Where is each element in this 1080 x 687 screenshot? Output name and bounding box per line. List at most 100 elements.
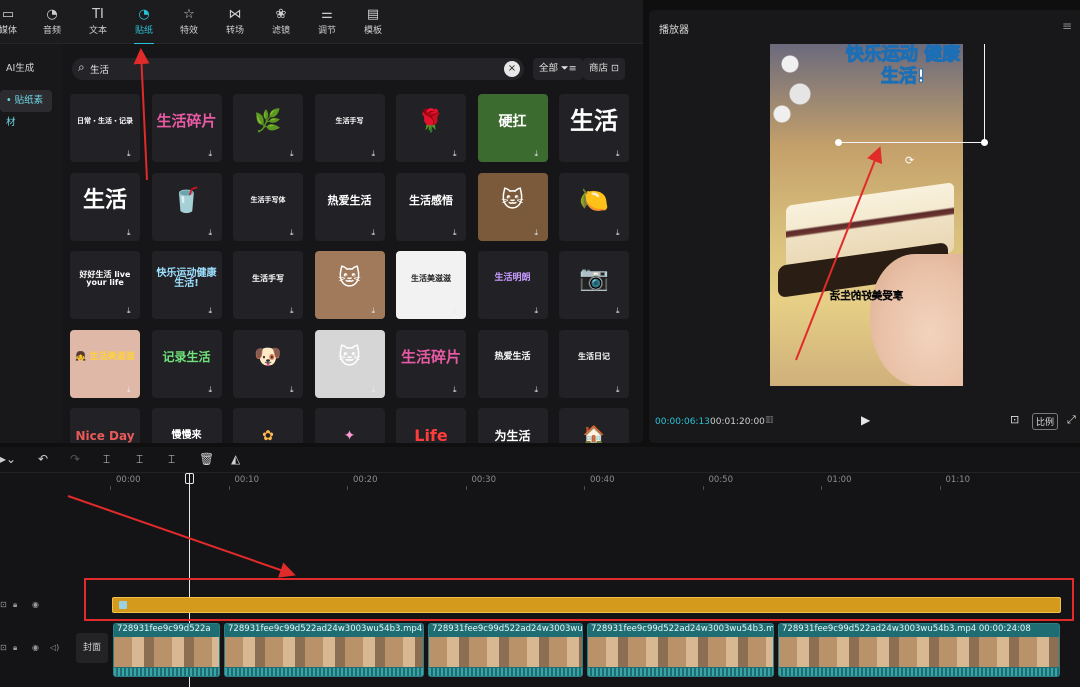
download-icon[interactable] bbox=[372, 150, 380, 158]
sticker-selection-box[interactable]: ⟳ bbox=[835, 44, 988, 167]
menu-icon[interactable]: ≡ bbox=[1062, 19, 1072, 33]
sticker-item[interactable]: 🐱 bbox=[314, 329, 385, 398]
sticker-item[interactable]: 记录生活 bbox=[151, 329, 222, 398]
clear-search-icon[interactable]: × bbox=[504, 61, 520, 77]
sticker-item[interactable]: 生活手写体 bbox=[233, 172, 303, 241]
sticker-item[interactable]: 👧 生活美滋滋 bbox=[70, 329, 140, 398]
video-clip[interactable]: 728931fee9c99d522ad24w3003wu54b3.mp4 0 bbox=[428, 623, 583, 677]
redo-icon[interactable]: ↷ bbox=[70, 452, 80, 466]
download-icon[interactable] bbox=[209, 150, 217, 158]
rotate-icon[interactable]: ⟳ bbox=[905, 154, 914, 167]
download-icon[interactable] bbox=[127, 307, 135, 315]
tab-filter[interactable]: ❀ 滤镜 bbox=[259, 6, 303, 42]
cover-button[interactable]: 封面 bbox=[76, 633, 108, 663]
sticker-item[interactable]: 🐶 bbox=[233, 329, 303, 398]
download-icon[interactable] bbox=[535, 229, 543, 237]
download-icon[interactable] bbox=[616, 150, 624, 158]
eye-icon[interactable]: ◉ bbox=[32, 600, 39, 609]
track-icon[interactable]: ⊡ bbox=[0, 600, 7, 609]
sticker-item[interactable]: 为生活 bbox=[477, 408, 548, 443]
sticker-item[interactable]: 🥤 bbox=[151, 172, 222, 241]
sticker-item[interactable]: 🐱 bbox=[477, 172, 548, 241]
download-icon[interactable] bbox=[453, 150, 461, 158]
download-icon[interactable] bbox=[453, 229, 461, 237]
audio-mute-icon[interactable]: ◁) bbox=[50, 643, 59, 652]
sticker-item[interactable]: 快乐运动健康生活! bbox=[151, 251, 222, 319]
download-icon[interactable] bbox=[616, 386, 624, 394]
sticker-item[interactable]: 热爱生活 bbox=[314, 172, 385, 241]
eye-icon[interactable]: ◉ bbox=[32, 643, 39, 652]
search-input[interactable]: ⌕ 生活 × bbox=[72, 58, 524, 80]
time-ruler[interactable]: 00:00 00:10 00:20 00:30 00:40 00:50 01:00 01:10 bbox=[110, 475, 1080, 491]
video-clip[interactable]: 728931fee9c99d522a bbox=[113, 623, 220, 677]
trim-left-icon[interactable]: ⌶ bbox=[136, 452, 143, 467]
sticker-item[interactable]: Life bbox=[396, 408, 466, 443]
download-icon[interactable] bbox=[209, 307, 217, 315]
mirror-icon[interactable]: ◭ bbox=[231, 452, 240, 466]
sticker-item[interactable]: 🏠 bbox=[559, 408, 629, 443]
download-icon[interactable] bbox=[372, 386, 380, 394]
video-clip[interactable]: 728931fee9c99d522ad24w3003wu54b3.mp4 00:… bbox=[778, 623, 1060, 677]
tab-media[interactable]: ▭ 媒体 bbox=[0, 6, 30, 42]
tab-effects[interactable]: ☆ 特效 bbox=[167, 6, 211, 42]
download-icon[interactable] bbox=[372, 307, 380, 315]
download-icon[interactable] bbox=[290, 229, 298, 237]
download-icon[interactable] bbox=[453, 307, 461, 315]
tab-audio[interactable]: ◔ 音频 bbox=[30, 6, 74, 42]
download-icon[interactable] bbox=[209, 386, 217, 394]
sticker-item[interactable]: 生活美滋滋 bbox=[396, 251, 466, 319]
download-icon[interactable] bbox=[453, 386, 461, 394]
side-tab-sticker-assets[interactable]: • 贴纸素材 bbox=[0, 90, 52, 128]
split-icon[interactable]: ⌶ bbox=[103, 452, 110, 467]
download-icon[interactable] bbox=[290, 307, 298, 315]
ratio-button[interactable]: 比例 bbox=[1032, 413, 1059, 430]
sticker-item[interactable]: 📷 bbox=[559, 251, 629, 319]
lock-icon[interactable]: 🔒︎ bbox=[13, 600, 17, 610]
track-icon[interactable]: ⊡ bbox=[0, 643, 7, 652]
play-button[interactable]: ▶ bbox=[861, 413, 870, 427]
sticker-item[interactable]: 好好生活 live your life bbox=[70, 251, 140, 319]
grid-icon[interactable]: ▥ bbox=[765, 415, 774, 425]
trim-right-icon[interactable]: ⌶ bbox=[168, 452, 175, 467]
sticker-item[interactable]: 生活感悟 bbox=[396, 172, 466, 241]
download-icon[interactable] bbox=[535, 307, 543, 315]
tab-transition[interactable]: ⋈ 转场 bbox=[213, 6, 257, 42]
sticker-item[interactable]: 生活手写 bbox=[314, 94, 385, 162]
sticker-item[interactable]: Nice Day bbox=[70, 408, 140, 443]
lock-icon[interactable]: 🔒︎ bbox=[13, 643, 17, 653]
sticker-item[interactable]: ✦ bbox=[314, 408, 385, 443]
sticker-item[interactable]: 生活日记 bbox=[559, 329, 629, 398]
sticker-item[interactable]: 生活碎片 bbox=[396, 329, 466, 398]
sticker-item[interactable]: 🌹 bbox=[396, 94, 466, 162]
tab-adjust[interactable]: ⚌ 调节 bbox=[305, 6, 349, 42]
sticker-item[interactable]: 🌿 bbox=[233, 94, 303, 162]
filter-all-button[interactable]: 全部 ⏷≡ bbox=[533, 58, 583, 80]
download-icon[interactable] bbox=[209, 229, 217, 237]
sticker-item[interactable]: ✿ bbox=[233, 408, 303, 443]
resize-handle[interactable] bbox=[835, 139, 842, 146]
delete-icon[interactable]: 🗑 bbox=[199, 452, 214, 466]
tab-template[interactable]: ▤ 模板 bbox=[351, 6, 395, 42]
download-icon[interactable] bbox=[535, 150, 543, 158]
sticker-item[interactable]: 日常・生活・记录 bbox=[70, 94, 140, 162]
select-tool-icon[interactable]: ▸⌄ bbox=[0, 452, 16, 466]
download-icon[interactable] bbox=[535, 386, 543, 394]
download-icon[interactable] bbox=[127, 229, 135, 237]
sticker-item[interactable]: 生活碎片 bbox=[151, 94, 222, 162]
fit-screen-icon[interactable]: ⊡ bbox=[1010, 413, 1019, 426]
tab-text[interactable]: TI 文本 bbox=[76, 6, 120, 42]
sticker-item[interactable]: 生活 bbox=[70, 172, 140, 241]
video-clip[interactable]: 728931fee9c99d522ad24w3003wu54b3.mp4 00:… bbox=[224, 623, 424, 677]
sticker-item[interactable]: 🍋 bbox=[559, 172, 629, 241]
sticker-item[interactable]: 生活 bbox=[559, 94, 629, 162]
shop-button[interactable]: 商店 ⊡ bbox=[583, 58, 626, 80]
fullscreen-icon[interactable]: ⤢ bbox=[1067, 413, 1076, 427]
sticker-item[interactable]: 硬扛 bbox=[477, 94, 548, 162]
sticker-item[interactable]: 热爱生活 bbox=[477, 329, 548, 398]
sticker-item[interactable]: 🐱 bbox=[314, 251, 385, 319]
resize-handle[interactable] bbox=[981, 139, 988, 146]
download-icon[interactable] bbox=[616, 307, 624, 315]
tab-sticker[interactable]: ◔ 贴纸 bbox=[122, 6, 166, 45]
video-clip[interactable]: 728931fee9c99d522ad24w3003wu54b3.mp4 0 bbox=[587, 623, 774, 677]
sticker-item[interactable]: 慢慢来 bbox=[151, 408, 222, 443]
